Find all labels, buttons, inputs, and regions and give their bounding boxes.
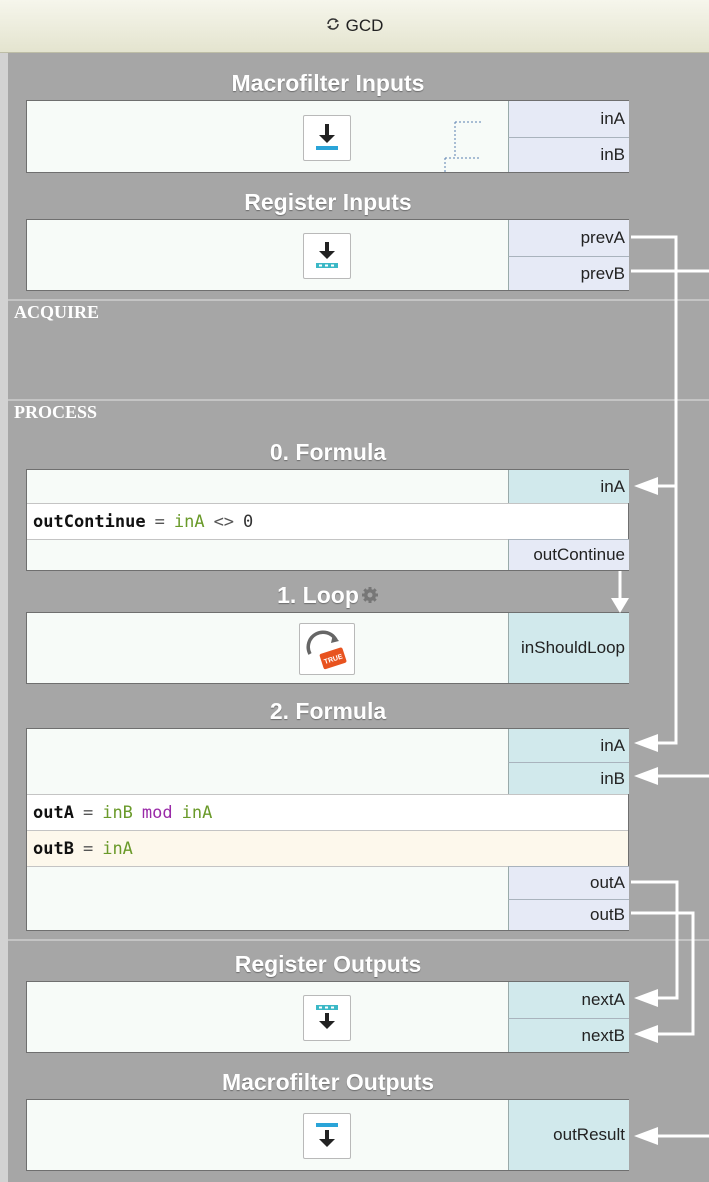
connection-wires (444, 121, 709, 1145)
dashed-link (444, 121, 481, 172)
arrow-icon (634, 1127, 658, 1145)
wire-outA (631, 880, 679, 1000)
arrow-icon (634, 477, 658, 495)
arrow-icon (634, 1025, 658, 1043)
arrow-icon (634, 734, 658, 752)
arrow-icon (634, 767, 658, 785)
wire-outB (631, 911, 695, 1036)
arrow-icon (611, 598, 629, 613)
arrow-icon (634, 989, 658, 1007)
